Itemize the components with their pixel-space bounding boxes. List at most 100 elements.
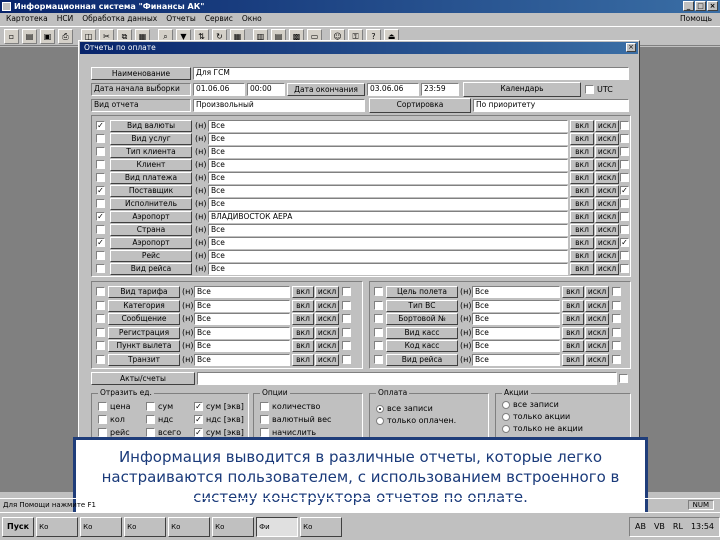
filter-label-button[interactable]: Рейс xyxy=(110,250,192,262)
filter-include-button[interactable]: вкл xyxy=(570,120,594,132)
menu-item-help[interactable]: Помощь xyxy=(680,13,712,25)
subfilter-label-button[interactable]: Вид рейса xyxy=(386,353,458,366)
end-time-field[interactable]: 23:59 xyxy=(421,83,459,96)
maximize-button[interactable]: □ xyxy=(695,1,706,11)
subfilter-checkbox[interactable] xyxy=(96,354,105,364)
subfilter-include-button[interactable]: вкл xyxy=(562,326,584,339)
filter-checkbox[interactable] xyxy=(96,264,105,273)
filter-checkbox[interactable]: ✓ xyxy=(96,121,105,130)
taskbar-item[interactable]: Ко xyxy=(80,516,123,537)
subfilter-exclude-checkbox[interactable] xyxy=(612,354,621,364)
display-checkbox[interactable]: ✓ xyxy=(194,415,203,424)
filter-exclude-checkbox[interactable] xyxy=(620,199,629,208)
filter-include-button[interactable]: вкл xyxy=(570,133,594,145)
subfilter-include-button[interactable]: вкл xyxy=(292,286,314,298)
filter-value-field[interactable]: Все xyxy=(208,172,568,184)
subfilter-include-button[interactable]: вкл xyxy=(562,353,584,366)
subfilter-value-field[interactable]: Все xyxy=(472,326,560,339)
filter-exclude-button[interactable]: искл xyxy=(595,185,619,197)
subfilter-checkbox[interactable] xyxy=(96,341,105,350)
filter-exclude-checkbox[interactable]: ✓ xyxy=(620,186,629,195)
display-checkbox[interactable]: ✓ xyxy=(194,428,203,437)
taskbar-item[interactable]: Ко xyxy=(124,516,167,537)
subfilter-exclude-button[interactable]: искл xyxy=(315,353,339,366)
subfilter-checkbox[interactable] xyxy=(96,327,105,337)
filter-checkbox[interactable] xyxy=(96,134,105,143)
subfilter-checkbox[interactable] xyxy=(96,314,105,323)
subfilter-include-button[interactable]: вкл xyxy=(292,353,314,366)
open-icon[interactable]: ▤ xyxy=(22,28,37,44)
subfilter-value-field[interactable]: Все xyxy=(194,340,290,352)
subfilter-include-button[interactable]: вкл xyxy=(562,340,584,352)
filter-exclude-button[interactable]: искл xyxy=(595,159,619,171)
start-button[interactable]: Пуск xyxy=(2,516,35,537)
filter-value-field[interactable]: Все xyxy=(208,224,568,236)
filter-exclude-checkbox[interactable] xyxy=(620,212,629,221)
display-checkbox[interactable]: ✓ xyxy=(194,402,203,411)
filter-exclude-checkbox[interactable] xyxy=(620,160,629,169)
filter-exclude-button[interactable]: искл xyxy=(595,211,619,223)
filter-include-button[interactable]: вкл xyxy=(570,172,594,184)
subfilter-exclude-checkbox[interactable] xyxy=(612,341,621,350)
report-type-field[interactable]: Произвольный xyxy=(193,99,365,112)
start-date-field[interactable]: 01.06.06 xyxy=(193,83,245,96)
subfilter-include-button[interactable]: вкл xyxy=(562,286,584,298)
filter-label-button[interactable]: Клиент xyxy=(110,159,192,171)
radio-dot[interactable] xyxy=(376,404,384,413)
subfilter-exclude-checkbox[interactable] xyxy=(342,300,351,310)
filter-label-button[interactable]: Тип клиента xyxy=(110,146,192,158)
subfilter-exclude-button[interactable]: искл xyxy=(585,313,609,325)
filter-label-button[interactable]: Вид валюты xyxy=(110,120,192,132)
menu-item-2[interactable]: Обработка данных xyxy=(82,13,157,25)
menu-item-4[interactable]: Сервис xyxy=(205,13,233,25)
filter-exclude-button[interactable]: искл xyxy=(595,198,619,210)
subfilter-label-button[interactable]: Транзит xyxy=(108,353,180,366)
calendar-button[interactable]: Календарь xyxy=(463,82,581,97)
subfilter-value-field[interactable]: Все xyxy=(194,299,290,312)
utc-checkbox[interactable] xyxy=(585,85,594,94)
minimize-button[interactable]: _ xyxy=(683,1,694,11)
filter-exclude-button[interactable]: искл xyxy=(595,133,619,145)
filter-value-field[interactable]: Все xyxy=(208,133,568,145)
payment-radio[interactable]: только оплачен. xyxy=(376,416,456,425)
menu-item-3[interactable]: Отчеты xyxy=(166,13,196,25)
acts-checkbox[interactable] xyxy=(619,374,628,383)
subfilter-include-button[interactable]: вкл xyxy=(292,313,314,325)
radio-dot[interactable] xyxy=(376,416,384,425)
radio-dot[interactable] xyxy=(502,424,510,433)
filter-checkbox[interactable]: ✓ xyxy=(96,186,105,195)
filter-checkbox[interactable] xyxy=(96,225,105,234)
filter-include-button[interactable]: вкл xyxy=(570,159,594,171)
new-icon[interactable]: ▫ xyxy=(4,28,19,44)
subfilter-value-field[interactable]: Все xyxy=(194,353,290,366)
filter-include-button[interactable]: вкл xyxy=(570,250,594,262)
subfilter-exclude-checkbox[interactable] xyxy=(342,327,351,337)
end-date-field[interactable]: 03.06.06 xyxy=(367,83,419,96)
subfilter-include-button[interactable]: вкл xyxy=(562,313,584,325)
filter-exclude-button[interactable]: искл xyxy=(595,120,619,132)
filter-value-field[interactable]: Все xyxy=(208,250,568,262)
filter-include-button[interactable]: вкл xyxy=(570,198,594,210)
subfilter-value-field[interactable]: Все xyxy=(472,353,560,366)
taskbar-item[interactable]: Фи xyxy=(256,516,299,537)
subfilter-exclude-button[interactable]: искл xyxy=(315,299,339,312)
menu-item-0[interactable]: Картотека xyxy=(6,13,48,25)
filter-include-button[interactable]: вкл xyxy=(570,224,594,236)
subfilter-include-button[interactable]: вкл xyxy=(292,299,314,312)
subfilter-checkbox[interactable] xyxy=(374,327,383,337)
filter-label-button[interactable]: Страна xyxy=(110,224,192,236)
subfilter-value-field[interactable]: Все xyxy=(472,299,560,312)
subfilter-exclude-button[interactable]: искл xyxy=(585,286,609,298)
filter-checkbox[interactable] xyxy=(96,199,105,208)
filter-label-button[interactable]: Вид услуг xyxy=(110,133,192,145)
subfilter-value-field[interactable]: Все xyxy=(472,340,560,352)
subfilter-exclude-checkbox[interactable] xyxy=(612,287,621,296)
filter-checkbox[interactable]: ✓ xyxy=(96,212,105,221)
subfilter-label-button[interactable]: Бортовой № xyxy=(386,313,458,325)
subfilter-label-button[interactable]: Сообщение xyxy=(108,313,180,325)
acts-button[interactable]: Акты/счеты xyxy=(91,372,195,385)
subfilter-exclude-button[interactable]: искл xyxy=(585,299,609,312)
taskbar-item[interactable]: Ко xyxy=(168,516,211,537)
dialog-close-button[interactable]: × xyxy=(626,43,636,52)
print-icon[interactable]: ⎙ xyxy=(58,28,73,44)
